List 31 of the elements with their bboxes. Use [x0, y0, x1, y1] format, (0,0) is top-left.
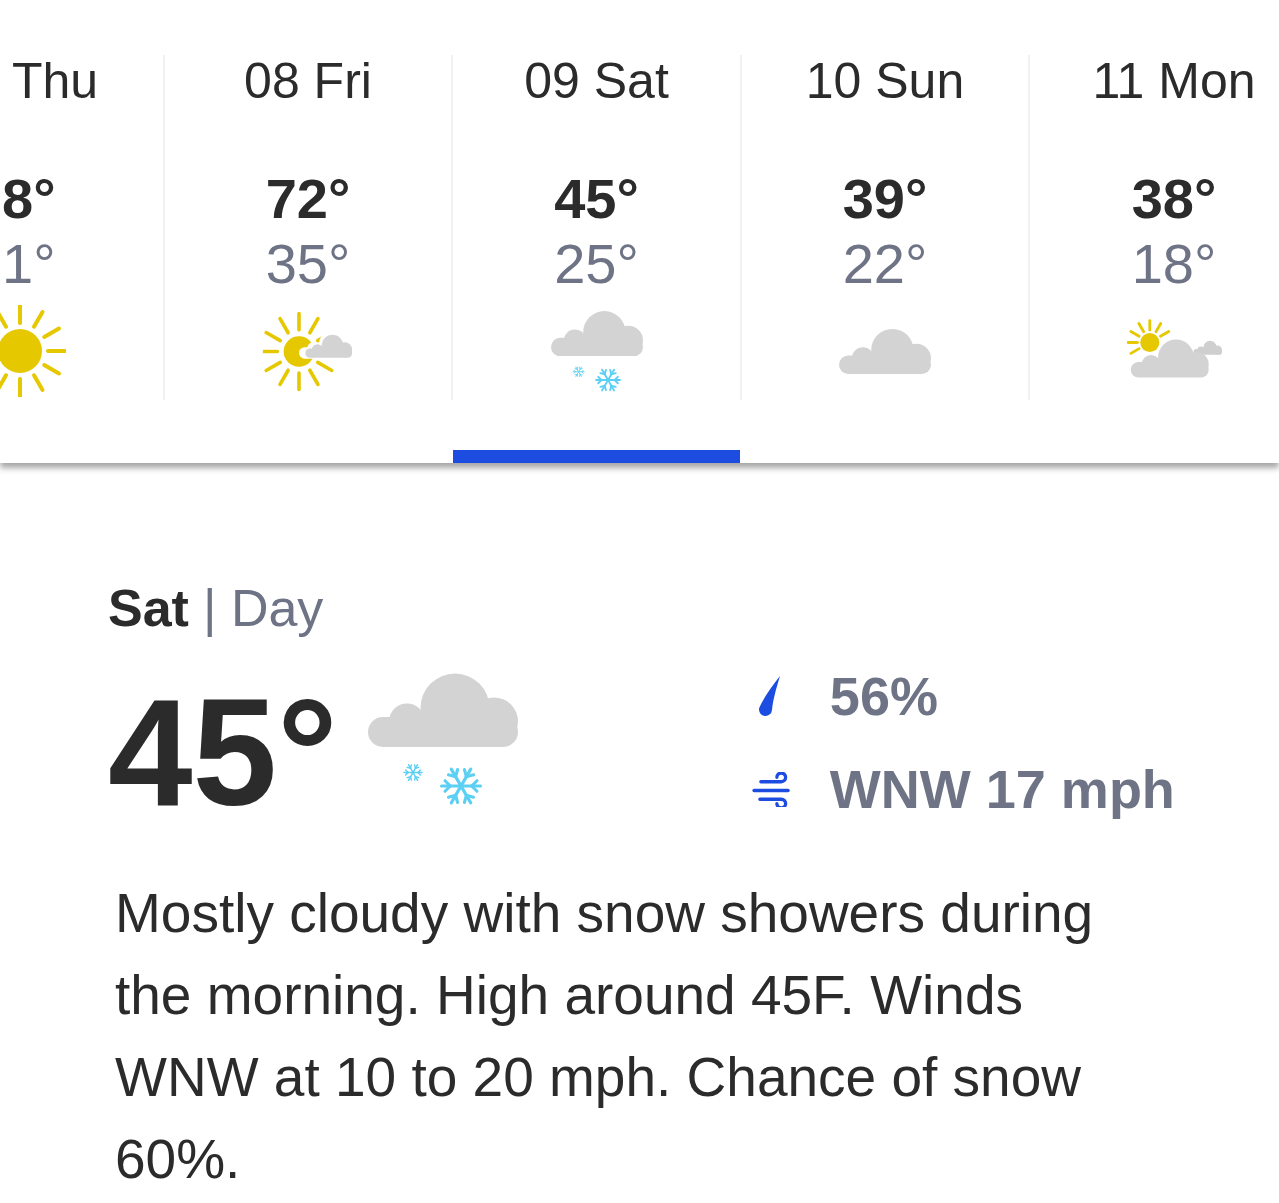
sun-cloud-icon — [262, 309, 354, 393]
raindrop-icon — [756, 675, 781, 717]
day-label: 08 Fri — [244, 56, 372, 106]
day-label: 11 Mon — [1092, 56, 1256, 106]
high-temperature: 39° — [842, 171, 928, 227]
high-temperature: 72° — [265, 171, 351, 227]
day-tab[interactable]: 11 Mon 38° 18° — [1030, 0, 1279, 463]
low-temperature: 25° — [554, 236, 639, 292]
day-tab[interactable]: 10 Sun 39° 22° — [742, 0, 1028, 463]
cloud-icon — [839, 328, 931, 374]
low-temperature: 35° — [265, 236, 351, 292]
day-label: 09 Sat — [524, 56, 669, 106]
forecast-description: Mostly cloudy with snow showers during the morning. High around 45F. Winds WNW at 10 to 20 mph. Chance of snow 60%. — [115, 881, 1095, 1192]
low-temperature: 18° — [1131, 236, 1217, 292]
day-tab[interactable]: Thu 8° 1° — [0, 0, 163, 463]
high-temperature: 45° — [554, 171, 639, 227]
low-temperature: 22° — [842, 236, 928, 292]
high-temperature: 38° — [1131, 171, 1217, 227]
high-temperature: 8° — [2, 171, 56, 227]
day-label: Thu — [12, 56, 99, 106]
day-label: 10 Sun — [805, 56, 965, 106]
day-tab[interactable]: 09 Sat 45° 25° — [453, 0, 740, 463]
current-temperature: 45° — [108, 676, 338, 828]
day-name: Sat — [108, 582, 189, 634]
wind-icon — [751, 771, 793, 807]
sun-icon — [0, 305, 66, 397]
day-tab[interactable]: 08 Fri 72° 35° — [165, 0, 451, 463]
precipitation-value: 56% — [829, 669, 938, 723]
low-temperature: 1° — [2, 236, 56, 292]
snow-cloud-icon — [550, 309, 643, 393]
snow-cloud-icon — [367, 672, 518, 807]
